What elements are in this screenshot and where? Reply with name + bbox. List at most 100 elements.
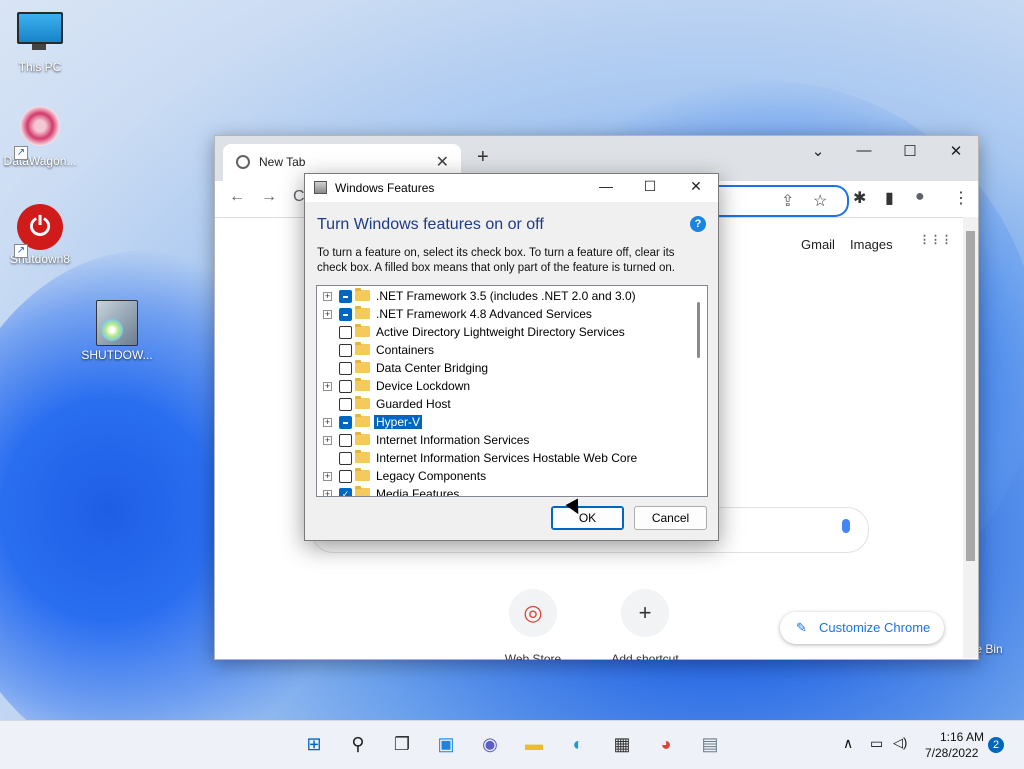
extensions-icon[interactable]: ✱ [853,188,866,208]
expand-icon[interactable]: + [323,418,332,427]
feature-label[interactable]: Guarded Host [374,397,453,411]
profile-avatar[interactable]: ● [915,188,925,206]
page-scrollbar[interactable] [963,217,978,658]
teams-chat-button[interactable]: ◉ [478,732,502,756]
show-hidden-icons-chevron[interactable]: ∧ [843,735,853,752]
images-link[interactable]: Images [850,237,893,252]
dialog-titlebar[interactable]: Windows Features — ☐ ✕ [305,174,718,202]
scrollbar-thumb[interactable] [697,302,700,358]
desktop-icon-shutdow[interactable]: SHUTDOW... [77,300,157,362]
expand-icon[interactable]: + [323,472,332,481]
feature-checkbox[interactable] [339,326,352,339]
cancel-button[interactable]: Cancel [634,506,707,530]
chrome-button[interactable]: ◕ [654,732,678,756]
feature-checkbox[interactable] [339,452,352,465]
forward-button[interactable]: → [261,188,277,206]
feature-row[interactable]: + .NET Framework 3.5 (includes .NET 2.0 a… [317,287,697,305]
feature-row[interactable]: Active Directory Lightweight Directory S… [317,323,697,341]
feature-label[interactable]: .NET Framework 3.5 (includes .NET 2.0 an… [374,289,638,303]
start-button[interactable]: ⊞ [302,732,326,756]
feature-label[interactable]: Containers [374,343,436,357]
edge-button[interactable]: ◐ [566,732,590,756]
feature-checkbox[interactable] [339,398,352,411]
chrome-menu-icon[interactable]: ⋮ [953,188,969,208]
close-button[interactable]: ✕ [941,142,971,160]
volume-icon[interactable]: ◁) [893,735,907,751]
tab-search-button[interactable]: ⌄ [803,142,833,160]
feature-row[interactable]: + Device Lockdown [317,377,697,395]
feature-row[interactable]: + .NET Framework 4.8 Advanced Services [317,305,697,323]
minimize-button[interactable]: — [849,142,879,159]
feature-label[interactable]: Hyper-V [374,415,423,429]
help-icon[interactable]: ? [690,216,706,232]
feature-label[interactable]: Internet Information Services [374,433,531,447]
expand-icon[interactable]: + [323,436,332,445]
feature-checkbox[interactable] [339,470,352,483]
expand-icon[interactable]: + [323,490,332,496]
close-button[interactable]: ✕ [681,178,711,195]
back-button[interactable]: ← [229,188,245,206]
maximize-button[interactable]: ☐ [635,178,665,195]
feature-label[interactable]: Data Center Bridging [374,361,490,375]
features-scrollbar[interactable] [690,286,707,496]
google-apps-icon[interactable]: ⋮⋮⋮ [919,233,952,246]
feature-checkbox[interactable]: ✓ [339,488,352,496]
feature-checkbox[interactable] [339,416,352,429]
reload-button[interactable]: C [293,188,305,206]
scrollbar-thumb[interactable] [966,231,975,561]
minimize-button[interactable]: — [591,178,621,194]
feature-checkbox[interactable] [339,380,352,393]
widgets-button[interactable]: ▣ [434,732,458,756]
expand-icon[interactable]: + [323,292,332,301]
file-explorer-button[interactable]: ▬ [522,732,546,756]
feature-row[interactable]: + Internet Information Services [317,431,697,449]
feature-checkbox[interactable] [339,308,352,321]
installer-button[interactable]: ▤ [698,732,722,756]
feature-label[interactable]: Media Features [374,487,461,496]
feature-row[interactable]: Guarded Host [317,395,697,413]
feature-label[interactable]: Internet Information Services Hostable W… [374,451,639,465]
gmail-link[interactable]: Gmail [801,237,835,252]
desktop-icon-shutdown8[interactable]: ⏻ ↗ Shutdown8 [0,204,80,266]
clock-time[interactable]: 1:16 AM [940,730,984,744]
close-tab-icon[interactable]: ✕ [436,152,449,172]
address-bar[interactable]: ⇪ ☆ [715,185,849,217]
feature-checkbox[interactable] [339,344,352,357]
share-icon[interactable]: ⇪ [781,191,794,211]
feature-checkbox[interactable] [339,362,352,375]
clock-date[interactable]: 7/28/2022 [925,746,978,760]
new-tab-button[interactable]: + [477,146,489,169]
feature-label[interactable]: Device Lockdown [374,379,472,393]
microphone-icon[interactable] [842,519,850,533]
web-store-shortcut[interactable]: ◎ [509,589,557,637]
side-panel-icon[interactable]: ▮ [885,188,894,208]
add-shortcut-button[interactable]: + [621,589,669,637]
feature-row[interactable]: Internet Information Services Hostable W… [317,449,697,467]
feature-label[interactable]: Legacy Components [374,469,488,483]
desktop-icon-datawagon[interactable]: ↗ DataWagon... [0,106,80,168]
feature-label[interactable]: Active Directory Lightweight Directory S… [374,325,627,339]
feature-checkbox[interactable] [339,290,352,303]
folder-icon [355,342,370,355]
feature-row[interactable]: Data Center Bridging [317,359,697,377]
feature-label[interactable]: .NET Framework 4.8 Advanced Services [374,307,594,321]
feature-checkbox[interactable] [339,434,352,447]
feature-row[interactable]: Containers [317,341,697,359]
maximize-button[interactable]: ☐ [895,142,925,160]
search-button[interactable]: ⚲ [346,732,370,756]
feature-row[interactable]: + Legacy Components [317,467,697,485]
folder-icon [355,378,370,391]
store-button[interactable]: ▦ [610,732,634,756]
expand-icon[interactable]: + [323,382,332,391]
desktop-icon-this-pc[interactable]: This PC [0,12,80,74]
task-view-button[interactable]: ❐ [390,732,414,756]
ok-button[interactable]: OK [551,506,624,530]
feature-row[interactable]: + Hyper-V [317,413,697,431]
customize-chrome-button[interactable]: ✎ Customize Chrome [780,612,944,644]
bookmark-star-icon[interactable]: ☆ [813,191,827,211]
feature-row[interactable]: + ✓ Media Features [317,485,697,496]
notification-badge[interactable]: 2 [988,737,1004,753]
expand-icon[interactable]: + [323,310,332,319]
network-icon[interactable]: ▭ [870,735,883,752]
features-tree: + .NET Framework 3.5 (includes .NET 2.0 a… [316,285,708,497]
